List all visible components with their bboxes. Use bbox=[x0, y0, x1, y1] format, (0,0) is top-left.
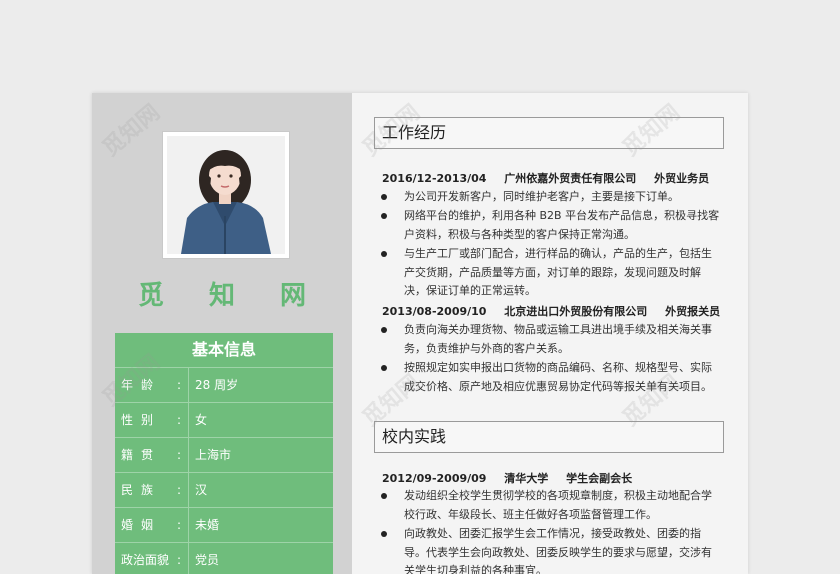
list-item: 网络平台的维护，利用各种 B2B 平台发布产品信息，积极寻找客户资料，积极与各种… bbox=[381, 207, 721, 244]
info-value: 女 bbox=[195, 413, 208, 427]
colon-glyph: : bbox=[177, 483, 182, 497]
job-role: 外贸业务员 bbox=[654, 172, 710, 185]
divider bbox=[188, 438, 189, 472]
basic-info-title: 基本信息 bbox=[115, 333, 333, 368]
left-column: 觅 知 网 基本信息 年龄 : 28 周岁 性别 : 女 籍贯 : 上海市 民族… bbox=[92, 93, 352, 574]
job-header: 2016/12-2013/04 广州依嘉外贸责任有限公司 外贸业务员 bbox=[382, 170, 723, 186]
bullet-icon bbox=[381, 251, 387, 257]
bullet-text: 与生产工厂或部门配合，进行样品的确认，产品的生产，包括生产交货期，产品质量等方面… bbox=[404, 247, 712, 297]
profile-photo bbox=[167, 136, 285, 254]
portrait-image bbox=[167, 136, 285, 254]
campus-header: 2012/09-2009/09 清华大学 学生会副会长 bbox=[382, 470, 646, 486]
divider bbox=[188, 368, 189, 402]
info-value: 28 周岁 bbox=[195, 378, 239, 392]
divider bbox=[188, 473, 189, 507]
job-company: 广州依嘉外贸责任有限公司 bbox=[504, 172, 637, 185]
candidate-name: 觅 知 网 bbox=[137, 281, 325, 311]
info-label: 年龄 bbox=[121, 378, 162, 392]
campus-period: 2012/09-2009/09 bbox=[382, 472, 487, 485]
info-row-gender: 性别 : 女 bbox=[115, 403, 333, 438]
info-row-marital: 婚姻 : 未婚 bbox=[115, 508, 333, 543]
bullet-icon bbox=[381, 327, 387, 333]
info-row-ethnicity: 民族 : 汉 bbox=[115, 473, 333, 508]
info-label: 性别 bbox=[121, 413, 162, 427]
campus-role: 学生会副会长 bbox=[566, 472, 633, 485]
info-value: 上海市 bbox=[195, 448, 232, 462]
colon-glyph: : bbox=[177, 378, 182, 392]
bullet-icon bbox=[381, 194, 387, 200]
bullet-text: 负责向海关办理货物、物品或运输工具进出境手续及相关海关事务，负责维护与外商的客户… bbox=[404, 323, 712, 355]
info-row-political: 政治面貌 : 党员 bbox=[115, 543, 333, 574]
info-label: 政治面貌 bbox=[121, 553, 170, 567]
bullet-text: 发动组织全校学生贯彻学校的各项规章制度，积极主动地配合学校行政、年级段长、班主任… bbox=[404, 489, 712, 521]
job-role: 外贸报关员 bbox=[665, 305, 721, 318]
info-value: 未婚 bbox=[195, 518, 220, 532]
bullet-text: 向政教处、团委汇报学生会工作情况，接受政教处、团委的指导。代表学生会向政教处、团… bbox=[404, 527, 712, 574]
info-row-age: 年龄 : 28 周岁 bbox=[115, 368, 333, 403]
bullet-text: 按照规定如实申报出口货物的商品编码、名称、规格型号、实际成交价格、原产地及相应优… bbox=[404, 361, 712, 393]
info-value: 汉 bbox=[195, 483, 208, 497]
right-column: 工作经历 2016/12-2013/04 广州依嘉外贸责任有限公司 外贸业务员 … bbox=[352, 93, 748, 574]
job-company: 北京进出口外贸股份有限公司 bbox=[504, 305, 648, 318]
list-item: 与生产工厂或部门配合，进行样品的确认，产品的生产，包括生产交货期，产品质量等方面… bbox=[381, 245, 721, 301]
colon-glyph: : bbox=[177, 448, 182, 462]
bullet-text: 为公司开发新客户，同时维护老客户，主要是接下订单。 bbox=[404, 190, 679, 203]
campus-section-title: 校内实践 bbox=[374, 421, 724, 453]
resume-page: 觅 知 网 基本信息 年龄 : 28 周岁 性别 : 女 籍贯 : 上海市 民族… bbox=[92, 93, 748, 574]
bullet-text: 网络平台的维护，利用各种 B2B 平台发布产品信息，积极寻找客户资料，积极与各种… bbox=[404, 209, 720, 241]
job-period: 2016/12-2013/04 bbox=[382, 172, 487, 185]
info-label: 婚姻 bbox=[121, 518, 162, 532]
bullet-icon bbox=[381, 365, 387, 371]
list-item: 发动组织全校学生贯彻学校的各项规章制度，积极主动地配合学校行政、年级段长、班主任… bbox=[381, 487, 721, 524]
info-value: 党员 bbox=[195, 553, 220, 567]
info-label: 民族 bbox=[121, 483, 162, 497]
list-item: 按照规定如实申报出口货物的商品编码、名称、规格型号、实际成交价格、原产地及相应优… bbox=[381, 359, 721, 396]
divider bbox=[188, 508, 189, 542]
info-label: 籍贯 bbox=[121, 448, 162, 462]
colon-glyph: : bbox=[177, 413, 182, 427]
job-header: 2013/08-2009/10 北京进出口外贸股份有限公司 外贸报关员 bbox=[382, 303, 734, 319]
list-item: 为公司开发新客户，同时维护老客户，主要是接下订单。 bbox=[381, 188, 721, 207]
basic-info-table: 基本信息 年龄 : 28 周岁 性别 : 女 籍贯 : 上海市 民族: 汉 婚… bbox=[115, 333, 333, 574]
divider bbox=[188, 403, 189, 437]
photo-frame bbox=[162, 131, 290, 259]
job-period: 2013/08-2009/10 bbox=[382, 305, 487, 318]
campus-school: 清华大学 bbox=[504, 472, 549, 485]
colon-glyph: : bbox=[177, 518, 182, 532]
list-item: 向政教处、团委汇报学生会工作情况，接受政教处、团委的指导。代表学生会向政教处、团… bbox=[381, 525, 721, 574]
work-section-title: 工作经历 bbox=[374, 117, 724, 149]
bullet-icon bbox=[381, 213, 387, 219]
colon-glyph: : bbox=[177, 553, 182, 567]
bullet-icon bbox=[381, 531, 387, 537]
info-row-hometown: 籍贯 : 上海市 bbox=[115, 438, 333, 473]
list-item: 负责向海关办理货物、物品或运输工具进出境手续及相关海关事务，负责维护与外商的客户… bbox=[381, 321, 721, 358]
divider bbox=[188, 543, 189, 574]
bullet-icon bbox=[381, 493, 387, 499]
